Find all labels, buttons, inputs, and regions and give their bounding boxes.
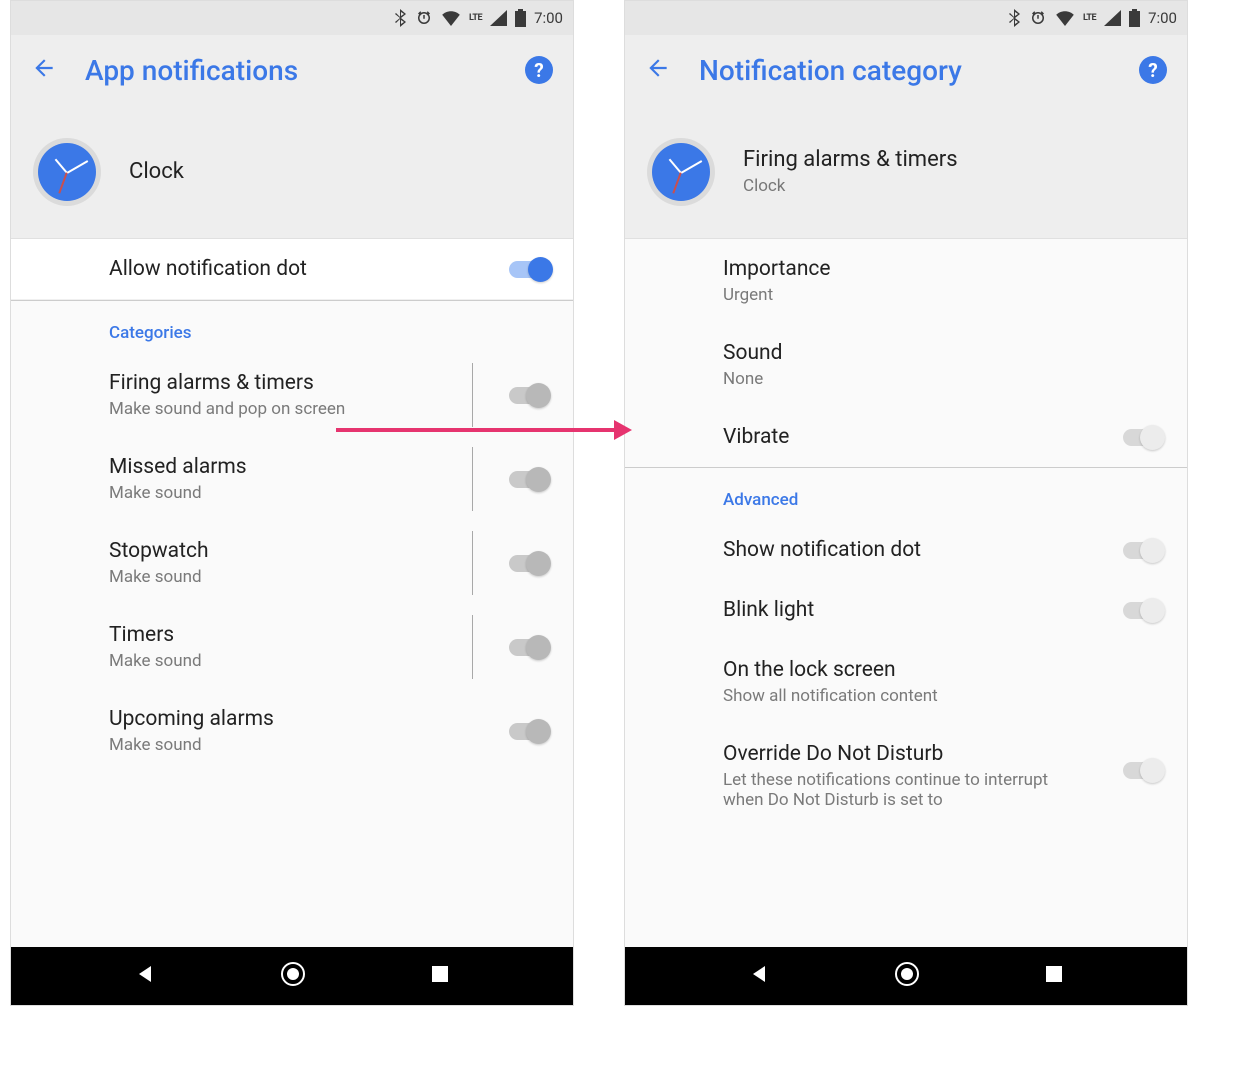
- annotation-arrow-head: [614, 420, 632, 440]
- sound-row[interactable]: Sound None: [625, 323, 1187, 407]
- override-dnd-sub: Let these notifications continue to inte…: [723, 770, 1053, 810]
- category-subtitle: Make sound and pop on screen: [109, 399, 483, 419]
- nav-home-icon[interactable]: [280, 961, 306, 991]
- status-bar: LTE 7:00: [625, 1, 1187, 35]
- vibrate-row[interactable]: Vibrate: [625, 407, 1187, 467]
- show-dot-row[interactable]: Show notification dot: [625, 520, 1187, 580]
- allow-dot-label: Allow notification dot: [109, 257, 307, 281]
- clock-app-icon: [33, 138, 101, 206]
- category-subtitle: Make sound: [109, 483, 483, 503]
- help-button[interactable]: ?: [525, 56, 553, 84]
- nav-bar: [11, 947, 573, 1005]
- page-title: Notification category: [699, 54, 1111, 87]
- show-dot-toggle[interactable]: [1121, 536, 1165, 564]
- signal-icon: [490, 10, 507, 26]
- category-timers[interactable]: Timers Make sound: [11, 605, 573, 689]
- override-dnd-row[interactable]: Override Do Not Disturb Let these notifi…: [625, 724, 1187, 816]
- nav-bar: [625, 947, 1187, 1005]
- app-bar: App notifications ?: [11, 35, 573, 105]
- alarm-icon: [1029, 9, 1047, 27]
- alarm-icon: [415, 9, 433, 27]
- vibrate-label: Vibrate: [723, 425, 1097, 449]
- blink-light-row[interactable]: Blink light: [625, 580, 1187, 640]
- row-divider: [472, 447, 473, 511]
- category-toggle[interactable]: [507, 633, 551, 661]
- row-divider: [472, 531, 473, 595]
- importance-row[interactable]: Importance Urgent: [625, 239, 1187, 323]
- lock-screen-value: Show all notification content: [723, 686, 1163, 706]
- page-title: App notifications: [85, 54, 497, 87]
- status-time: 7:00: [534, 9, 563, 27]
- category-toggle[interactable]: [507, 549, 551, 577]
- app-header: Clock: [11, 105, 573, 239]
- phone-right: LTE 7:00 Notification category ? Firing …: [624, 0, 1188, 1006]
- signal-icon: [1104, 10, 1121, 26]
- settings-list: Allow notification dot Categories Firing…: [11, 239, 573, 947]
- category-upcoming-alarms[interactable]: Upcoming alarms Make sound: [11, 689, 573, 773]
- nav-back-icon[interactable]: [750, 964, 770, 988]
- category-subtitle: Make sound: [109, 651, 483, 671]
- lock-screen-row[interactable]: On the lock screen Show all notification…: [625, 640, 1187, 724]
- app-header: Firing alarms & timers Clock: [625, 105, 1187, 239]
- battery-icon: [1129, 9, 1140, 27]
- show-dot-label: Show notification dot: [723, 538, 1097, 562]
- categories-section-label: Categories: [11, 301, 573, 353]
- allow-dot-toggle[interactable]: [507, 255, 551, 283]
- bluetooth-icon: [394, 9, 407, 27]
- vibrate-toggle[interactable]: [1121, 423, 1165, 451]
- override-dnd-toggle[interactable]: [1121, 756, 1165, 784]
- back-button[interactable]: [645, 55, 671, 85]
- clock-app-icon: [647, 138, 715, 206]
- row-divider: [472, 615, 473, 679]
- blink-light-label: Blink light: [723, 598, 1097, 622]
- importance-value: Urgent: [723, 285, 1163, 305]
- nav-back-icon[interactable]: [136, 964, 156, 988]
- category-subtitle: Make sound: [109, 567, 483, 587]
- status-bar: LTE 7:00: [11, 1, 573, 35]
- advanced-section-label: Advanced: [625, 468, 1187, 520]
- bluetooth-icon: [1008, 9, 1021, 27]
- category-title: Upcoming alarms: [109, 707, 483, 731]
- category-missed-alarms[interactable]: Missed alarms Make sound: [11, 437, 573, 521]
- lock-screen-label: On the lock screen: [723, 658, 1163, 682]
- annotation-arrow-line: [336, 428, 616, 432]
- lte-label: LTE: [1083, 13, 1096, 23]
- nav-home-icon[interactable]: [894, 961, 920, 991]
- category-title: Missed alarms: [109, 455, 483, 479]
- category-stopwatch[interactable]: Stopwatch Make sound: [11, 521, 573, 605]
- help-button[interactable]: ?: [1139, 56, 1167, 84]
- sound-label: Sound: [723, 341, 1163, 365]
- category-toggle[interactable]: [507, 465, 551, 493]
- nav-recents-icon[interactable]: [431, 965, 449, 987]
- category-toggle[interactable]: [507, 381, 551, 409]
- category-toggle[interactable]: [507, 717, 551, 745]
- category-title: Timers: [109, 623, 483, 647]
- status-time: 7:00: [1148, 9, 1177, 27]
- wifi-icon: [1055, 10, 1075, 26]
- nav-recents-icon[interactable]: [1045, 965, 1063, 987]
- category-title: Firing alarms & timers: [109, 371, 483, 395]
- app-name-label: Clock: [129, 159, 184, 184]
- category-name-label: Firing alarms & timers: [743, 147, 958, 172]
- override-dnd-label: Override Do Not Disturb: [723, 742, 1097, 766]
- row-divider: [472, 363, 473, 427]
- category-firing-alarms[interactable]: Firing alarms & timers Make sound and po…: [11, 353, 573, 437]
- wifi-icon: [441, 10, 461, 26]
- importance-label: Importance: [723, 257, 1163, 281]
- app-name-label: Clock: [743, 176, 958, 196]
- blink-light-toggle[interactable]: [1121, 596, 1165, 624]
- back-button[interactable]: [31, 55, 57, 85]
- category-title: Stopwatch: [109, 539, 483, 563]
- settings-list: Importance Urgent Sound None Vibrate Adv…: [625, 239, 1187, 947]
- phone-left: LTE 7:00 App notifications ? Clock Allow…: [10, 0, 574, 1006]
- battery-icon: [515, 9, 526, 27]
- category-subtitle: Make sound: [109, 735, 483, 755]
- lte-label: LTE: [469, 13, 482, 23]
- sound-value: None: [723, 369, 1163, 389]
- allow-notification-dot-row[interactable]: Allow notification dot: [11, 239, 573, 300]
- app-bar: Notification category ?: [625, 35, 1187, 105]
